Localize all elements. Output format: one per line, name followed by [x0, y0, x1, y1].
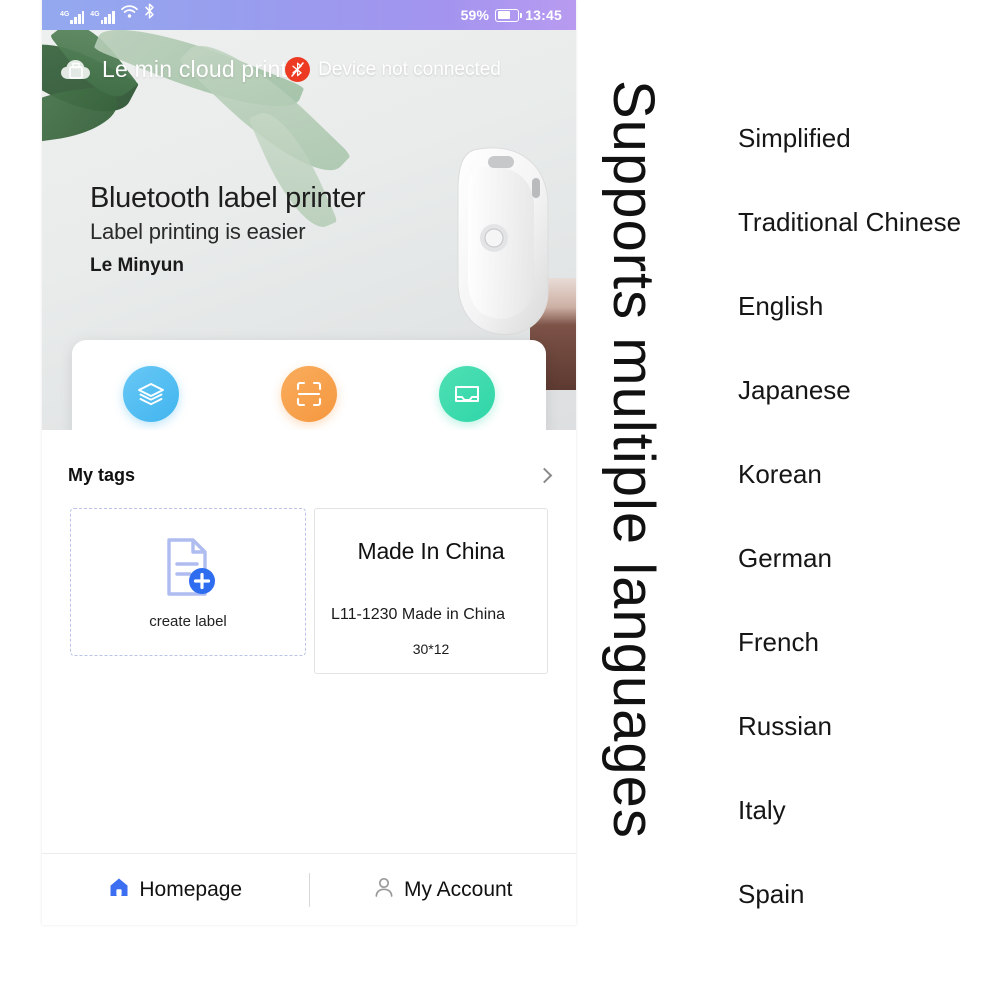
tag-cards-row: create label Made In China L11-1230 Made… [42, 498, 576, 675]
hero-banner: Le min cloud print Device not connected … [42, 30, 576, 430]
clock-time: 13:45 [525, 7, 562, 23]
vertical-heading: Supports multiple languages [601, 80, 666, 839]
banner-headline: Bluetooth label printer [90, 182, 366, 214]
create-label-card[interactable]: create label [70, 508, 306, 656]
language-list: Simplified Traditional Chinese English J… [738, 96, 1000, 936]
phone-mockup: 4G 4G 59% 13:45 Le min cloud print Devic… [42, 0, 576, 925]
action-management[interactable]: Management [81, 366, 221, 430]
language-item: Japanese [738, 374, 851, 405]
language-item: Traditional Chinese [738, 206, 962, 237]
network-type-label-2: 4G [90, 11, 100, 18]
quick-actions-card: Management ScanPrint [72, 340, 546, 430]
create-label-text: create label [149, 613, 227, 630]
layers-icon [123, 366, 179, 422]
status-bar-left: 4G 4G [60, 3, 155, 24]
battery-icon [495, 8, 523, 22]
status-bar: 4G 4G 59% 13:45 [42, 0, 576, 30]
scan-frame-icon [281, 366, 337, 422]
label-preview-text: Made In China [357, 537, 505, 564]
nav-my-account-label: My Account [403, 877, 513, 901]
language-item: French [738, 626, 819, 657]
home-icon [108, 876, 130, 903]
action-scanprint[interactable]: ScanPrint [239, 366, 379, 430]
cloud-print-icon [58, 57, 94, 83]
bottom-navigation: Homepage My Account [42, 853, 576, 925]
printer-product-image [444, 142, 564, 342]
chevron-right-icon[interactable] [536, 467, 553, 483]
screenshot-root: 4G 4G 59% 13:45 Le min cloud print Devic… [0, 0, 1000, 1000]
cellular-signal-2: 4G [90, 10, 115, 24]
language-item: Russian [738, 710, 832, 741]
nav-homepage-label: Homepage [139, 877, 243, 901]
label-name: L11-1230 Made in China [331, 606, 506, 623]
banner-brand: Le Minyun [90, 255, 184, 276]
bluetooth-icon [144, 3, 155, 24]
label-preview: Made In China [331, 523, 531, 579]
label-item-card[interactable]: Made In China L11-1230 Made in China 30*… [314, 508, 548, 675]
inbox-tray-icon [439, 366, 495, 422]
app-title: Le min cloud print [102, 56, 288, 82]
plant-leaf-decoration [178, 30, 352, 193]
connection-status: Device not connected [318, 58, 501, 80]
language-item: German [738, 542, 832, 573]
language-item: Italy [738, 794, 786, 825]
language-item: English [738, 290, 824, 321]
cellular-signal-1: 4G [60, 10, 85, 24]
my-tags-header[interactable]: My tags [42, 452, 576, 498]
my-tags-title: My tags [68, 464, 136, 485]
status-bar-right: 59% 13:45 [461, 7, 562, 23]
action-scanget[interactable]: ScanGet [397, 366, 537, 430]
app-header: Le min cloud print Device not connected [58, 56, 566, 83]
banner-subhead: Label printing is easier [90, 219, 306, 244]
my-tags-section: My tags create label Made In China L11-1… [42, 452, 576, 675]
wifi-icon [120, 5, 138, 24]
bluetooth-disconnected-icon[interactable] [285, 57, 311, 82]
nav-item-my-account[interactable]: My Account [310, 854, 577, 925]
label-size: 30*12 [412, 641, 450, 658]
battery-percent: 59% [460, 7, 490, 23]
document-plus-icon [155, 534, 221, 605]
banner-copy: Bluetooth label printer Label printing i… [90, 182, 366, 277]
person-icon [373, 876, 395, 903]
language-item: Korean [738, 458, 822, 489]
language-item: Simplified [738, 122, 851, 153]
network-type-label-1: 4G [60, 11, 70, 18]
language-item: Spain [738, 878, 805, 909]
nav-item-homepage[interactable]: Homepage [42, 854, 309, 925]
